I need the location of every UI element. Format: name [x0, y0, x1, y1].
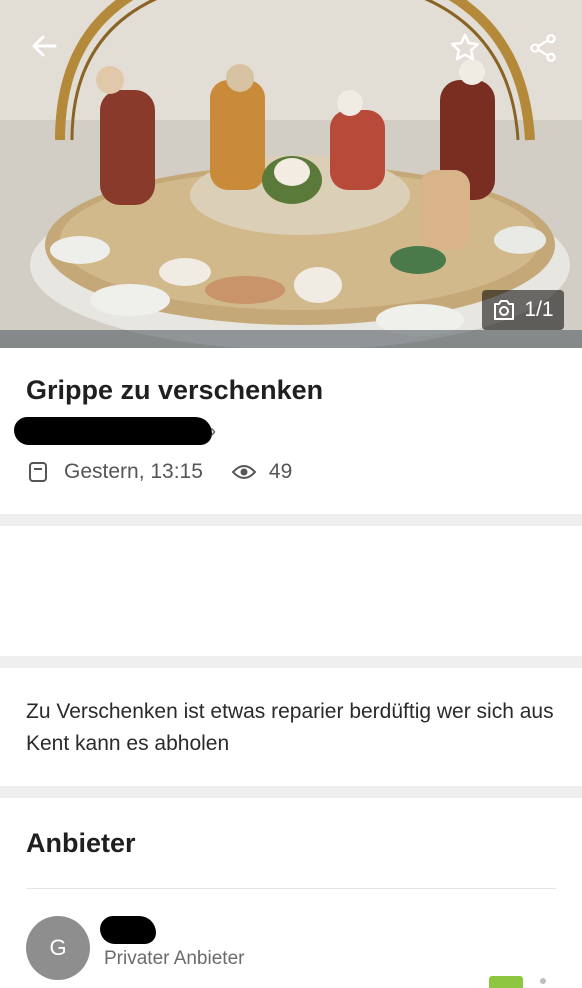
share-icon	[530, 34, 556, 62]
favorite-button[interactable]	[443, 26, 487, 70]
location-link[interactable]: ›	[14, 414, 216, 448]
redacted-seller-name[interactable]	[100, 916, 156, 944]
section-separator	[0, 786, 582, 798]
calendar-icon	[29, 462, 47, 482]
description-section: Zu Verschenken ist etwas reparier berdüf…	[0, 668, 582, 786]
view-count: 49	[268, 460, 293, 483]
section-separator	[0, 514, 582, 526]
listing-header: Grippe zu verschenken › Gestern, 13:15 4…	[0, 348, 582, 514]
avatar-initial: G	[49, 935, 67, 960]
description-text: Zu Verschenken ist etwas reparier berdüf…	[26, 700, 554, 755]
divider	[26, 888, 556, 889]
chevron-right-icon: ›	[210, 420, 216, 441]
seller-avatar[interactable]: G	[26, 916, 90, 980]
seller-section: Anbieter G Privater Anbieter	[0, 798, 582, 988]
listing-date: Gestern, 13:15	[64, 460, 203, 483]
more-indicator	[540, 978, 546, 984]
share-button[interactable]	[521, 26, 565, 70]
star-outline-icon	[450, 33, 480, 61]
section-separator	[0, 656, 582, 668]
seller-type: Privater Anbieter	[104, 948, 245, 969]
camera-icon	[494, 300, 515, 320]
photo-counter-text: 1/1	[524, 298, 554, 321]
eye-icon	[231, 465, 257, 479]
photo-counter: 1/1	[482, 290, 564, 330]
arrow-left-icon	[32, 35, 57, 57]
listing-meta: Gestern, 13:15 49	[26, 460, 292, 484]
seller-heading: Anbieter	[26, 828, 136, 858]
seller-badge	[489, 976, 523, 988]
empty-section	[0, 526, 582, 656]
back-button[interactable]	[22, 24, 66, 68]
listing-title: Grippe zu verschenken	[26, 375, 324, 405]
redacted-location	[14, 417, 212, 445]
listing-photo[interactable]: 1/1	[0, 0, 582, 348]
